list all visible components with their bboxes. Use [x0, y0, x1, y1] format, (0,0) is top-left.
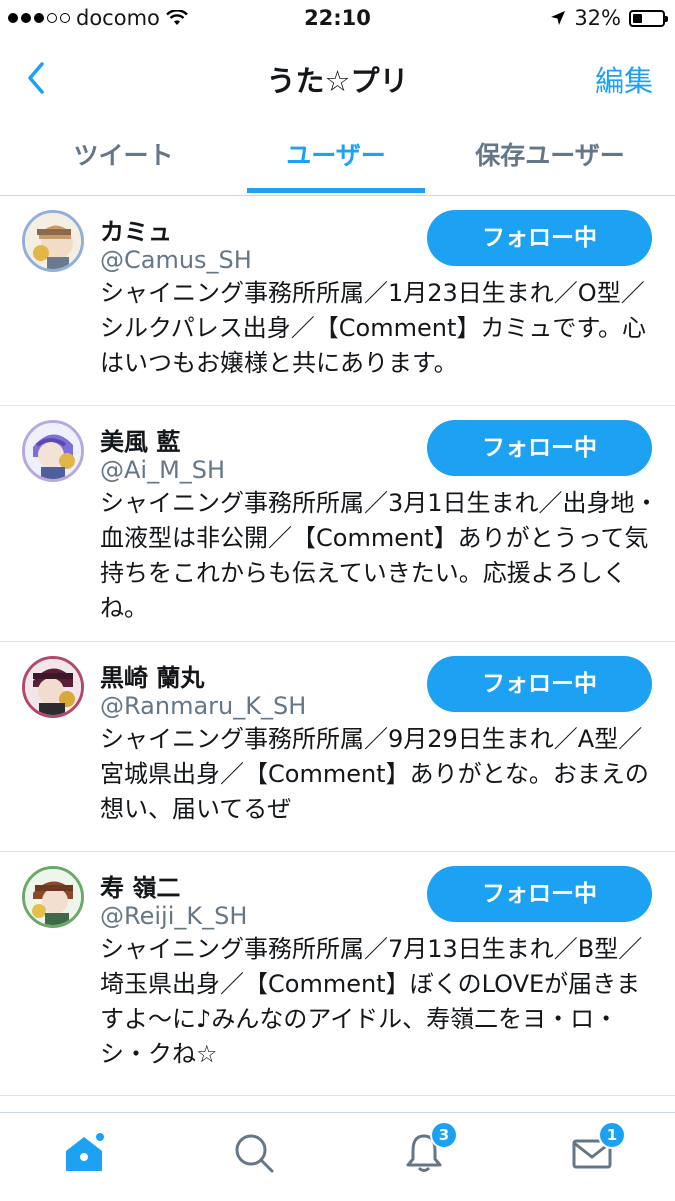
avatar[interactable]: [22, 420, 84, 482]
home-tab[interactable]: [62, 1131, 106, 1175]
user-handle: @Ai_M_SH: [100, 456, 226, 484]
tab-saved-users[interactable]: 保存ユーザー: [425, 125, 675, 195]
tab-users[interactable]: ユーザー: [247, 125, 425, 195]
following-button[interactable]: フォロー中: [427, 866, 652, 922]
location-arrow-icon: [551, 11, 566, 25]
following-button[interactable]: フォロー中: [427, 656, 652, 712]
user-bio: シャイニング事務所所属／7月13日生まれ／B型／埼玉県出身／【Comment】ぼ…: [100, 935, 643, 1068]
user-name: 寿 嶺二: [100, 874, 181, 902]
user-row[interactable]: 寿 嶺二 @Reiji_K_SH フォロー中 シャイニング事務所所属／7月13日…: [0, 852, 675, 1096]
search-icon: [235, 1134, 274, 1173]
following-button[interactable]: フォロー中: [427, 420, 652, 476]
tab-tweets[interactable]: ツイート: [0, 125, 247, 195]
active-tab-indicator: [247, 188, 425, 193]
status-bar: docomo 22:10 32%: [0, 0, 675, 40]
messages-tab[interactable]: 1: [570, 1121, 626, 1175]
tab-bar-top: ツイート ユーザー 保存ユーザー: [0, 125, 675, 196]
user-row[interactable]: 黒崎 蘭丸 @Ranmaru_K_SH フォロー中 シャイニング事務所所属／9月…: [0, 642, 675, 852]
home-icon: [66, 1133, 104, 1171]
notifications-badge: 3: [430, 1121, 458, 1149]
page-title: うた☆プリ: [266, 64, 409, 98]
nav-bar: うた☆プリ 編集: [0, 40, 675, 115]
edit-button[interactable]: 編集: [595, 58, 653, 100]
user-name: 美風 藍: [100, 428, 181, 456]
user-bio: シャイニング事務所所属／3月1日生まれ／出身地・血液型は非公開／【Comment…: [100, 489, 659, 622]
user-handle: @Camus_SH: [100, 246, 252, 274]
user-handle: @Reiji_K_SH: [100, 902, 248, 930]
messages-badge: 1: [598, 1121, 626, 1149]
status-right: 32%: [550, 6, 668, 30]
notifications-tab[interactable]: 3: [402, 1121, 458, 1175]
user-name: カミュ: [100, 218, 172, 246]
user-row[interactable]: 美風 藍 @Ai_M_SH フォロー中 シャイニング事務所所属／3月1日生まれ／…: [0, 406, 675, 642]
battery-icon: [629, 9, 668, 27]
user-row[interactable]: カミュ @Camus_SH フォロー中 シャイニング事務所所属／1月23日生まれ…: [0, 196, 675, 406]
bottom-tab-bar: 3 1: [0, 1112, 675, 1201]
avatar[interactable]: [22, 656, 84, 718]
following-button[interactable]: フォロー中: [427, 210, 652, 266]
user-handle: @Ranmaru_K_SH: [100, 692, 307, 720]
avatar[interactable]: [22, 866, 84, 928]
user-name: 黒崎 蘭丸: [100, 664, 205, 692]
user-bio: シャイニング事務所所属／1月23日生まれ／O型／シルクパレス出身／【Commen…: [100, 279, 646, 377]
battery-percent: 32%: [574, 6, 621, 30]
search-tab[interactable]: [232, 1131, 276, 1175]
avatar[interactable]: [22, 210, 84, 272]
user-bio: シャイニング事務所所属／9月29日生まれ／A型／宮城県出身／【Comment】あ…: [100, 725, 649, 823]
